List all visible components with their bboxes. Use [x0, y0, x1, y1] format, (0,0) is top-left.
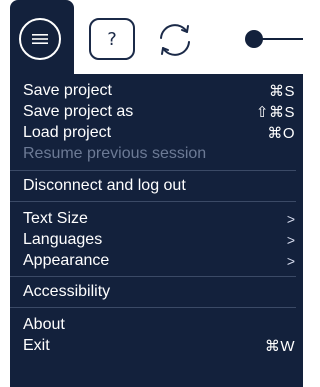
shortcut-label: ⌘W	[264, 337, 295, 355]
menu-item-label: Resume previous session	[23, 144, 207, 162]
menu-item-label: Exit	[23, 336, 50, 354]
app-window: ? Save project ⌘S Save project as ⇧⌘S Lo…	[0, 0, 303, 387]
submenu-arrow-icon: >	[286, 252, 295, 269]
shortcut-label: ⌘S	[268, 82, 295, 100]
refresh-icon	[160, 24, 190, 56]
submenu-arrow-icon: >	[286, 231, 295, 248]
toolbar: ?	[0, 0, 303, 74]
menu-item-label: Languages	[23, 230, 103, 248]
menu-item-appearance[interactable]: Appearance >	[10, 250, 303, 271]
shortcut-label: ⇧⌘S	[255, 103, 295, 121]
menu-item-label: About	[23, 315, 65, 333]
menu-item-save-project-as[interactable]: Save project as ⇧⌘S	[10, 101, 303, 122]
menu-item-languages[interactable]: Languages >	[10, 229, 303, 250]
menu-group-app: About Exit ⌘W	[10, 308, 303, 358]
menu-item-label: Load project	[23, 123, 112, 141]
menu-item-load-project[interactable]: Load project ⌘O	[10, 122, 303, 143]
menu-item-label: Accessibility	[23, 282, 111, 300]
menu-item-label: Disconnect and log out	[23, 176, 186, 194]
shortcut-label: ⌘O	[267, 124, 295, 142]
menu-item-about[interactable]: About	[10, 314, 303, 335]
menu-item-resume-previous-session: Resume previous session	[10, 143, 303, 164]
submenu-arrow-icon: >	[286, 210, 295, 227]
menu-item-label: Appearance	[23, 251, 110, 269]
menu-item-label: Save project as	[23, 102, 134, 120]
menu-item-disconnect[interactable]: Disconnect and log out	[10, 175, 303, 196]
hamburger-menu-icon	[32, 34, 48, 44]
menu-group-accessibility: Accessibility	[10, 277, 303, 307]
slider[interactable]	[245, 28, 303, 50]
menu-tab	[10, 0, 74, 74]
refresh-button[interactable]	[152, 17, 198, 63]
menu-item-label: Text Size	[23, 209, 88, 227]
menu-group-project: Save project ⌘S Save project as ⇧⌘S Load…	[10, 74, 303, 170]
help-button[interactable]: ?	[89, 18, 135, 60]
menu-group-settings: Text Size > Languages > Appearance >	[10, 202, 303, 276]
menu-button[interactable]	[19, 18, 61, 60]
menu-item-accessibility[interactable]: Accessibility	[10, 281, 303, 302]
menu-item-label: Save project	[23, 81, 112, 99]
menu-group-session: Disconnect and log out	[10, 171, 303, 201]
slider-knob[interactable]	[245, 30, 263, 48]
menu-item-text-size[interactable]: Text Size >	[10, 208, 303, 229]
menu-item-exit[interactable]: Exit ⌘W	[10, 335, 303, 356]
main-menu-dropdown: Save project ⌘S Save project as ⇧⌘S Load…	[10, 74, 303, 387]
menu-item-save-project[interactable]: Save project ⌘S	[10, 80, 303, 101]
question-icon: ?	[107, 28, 117, 50]
